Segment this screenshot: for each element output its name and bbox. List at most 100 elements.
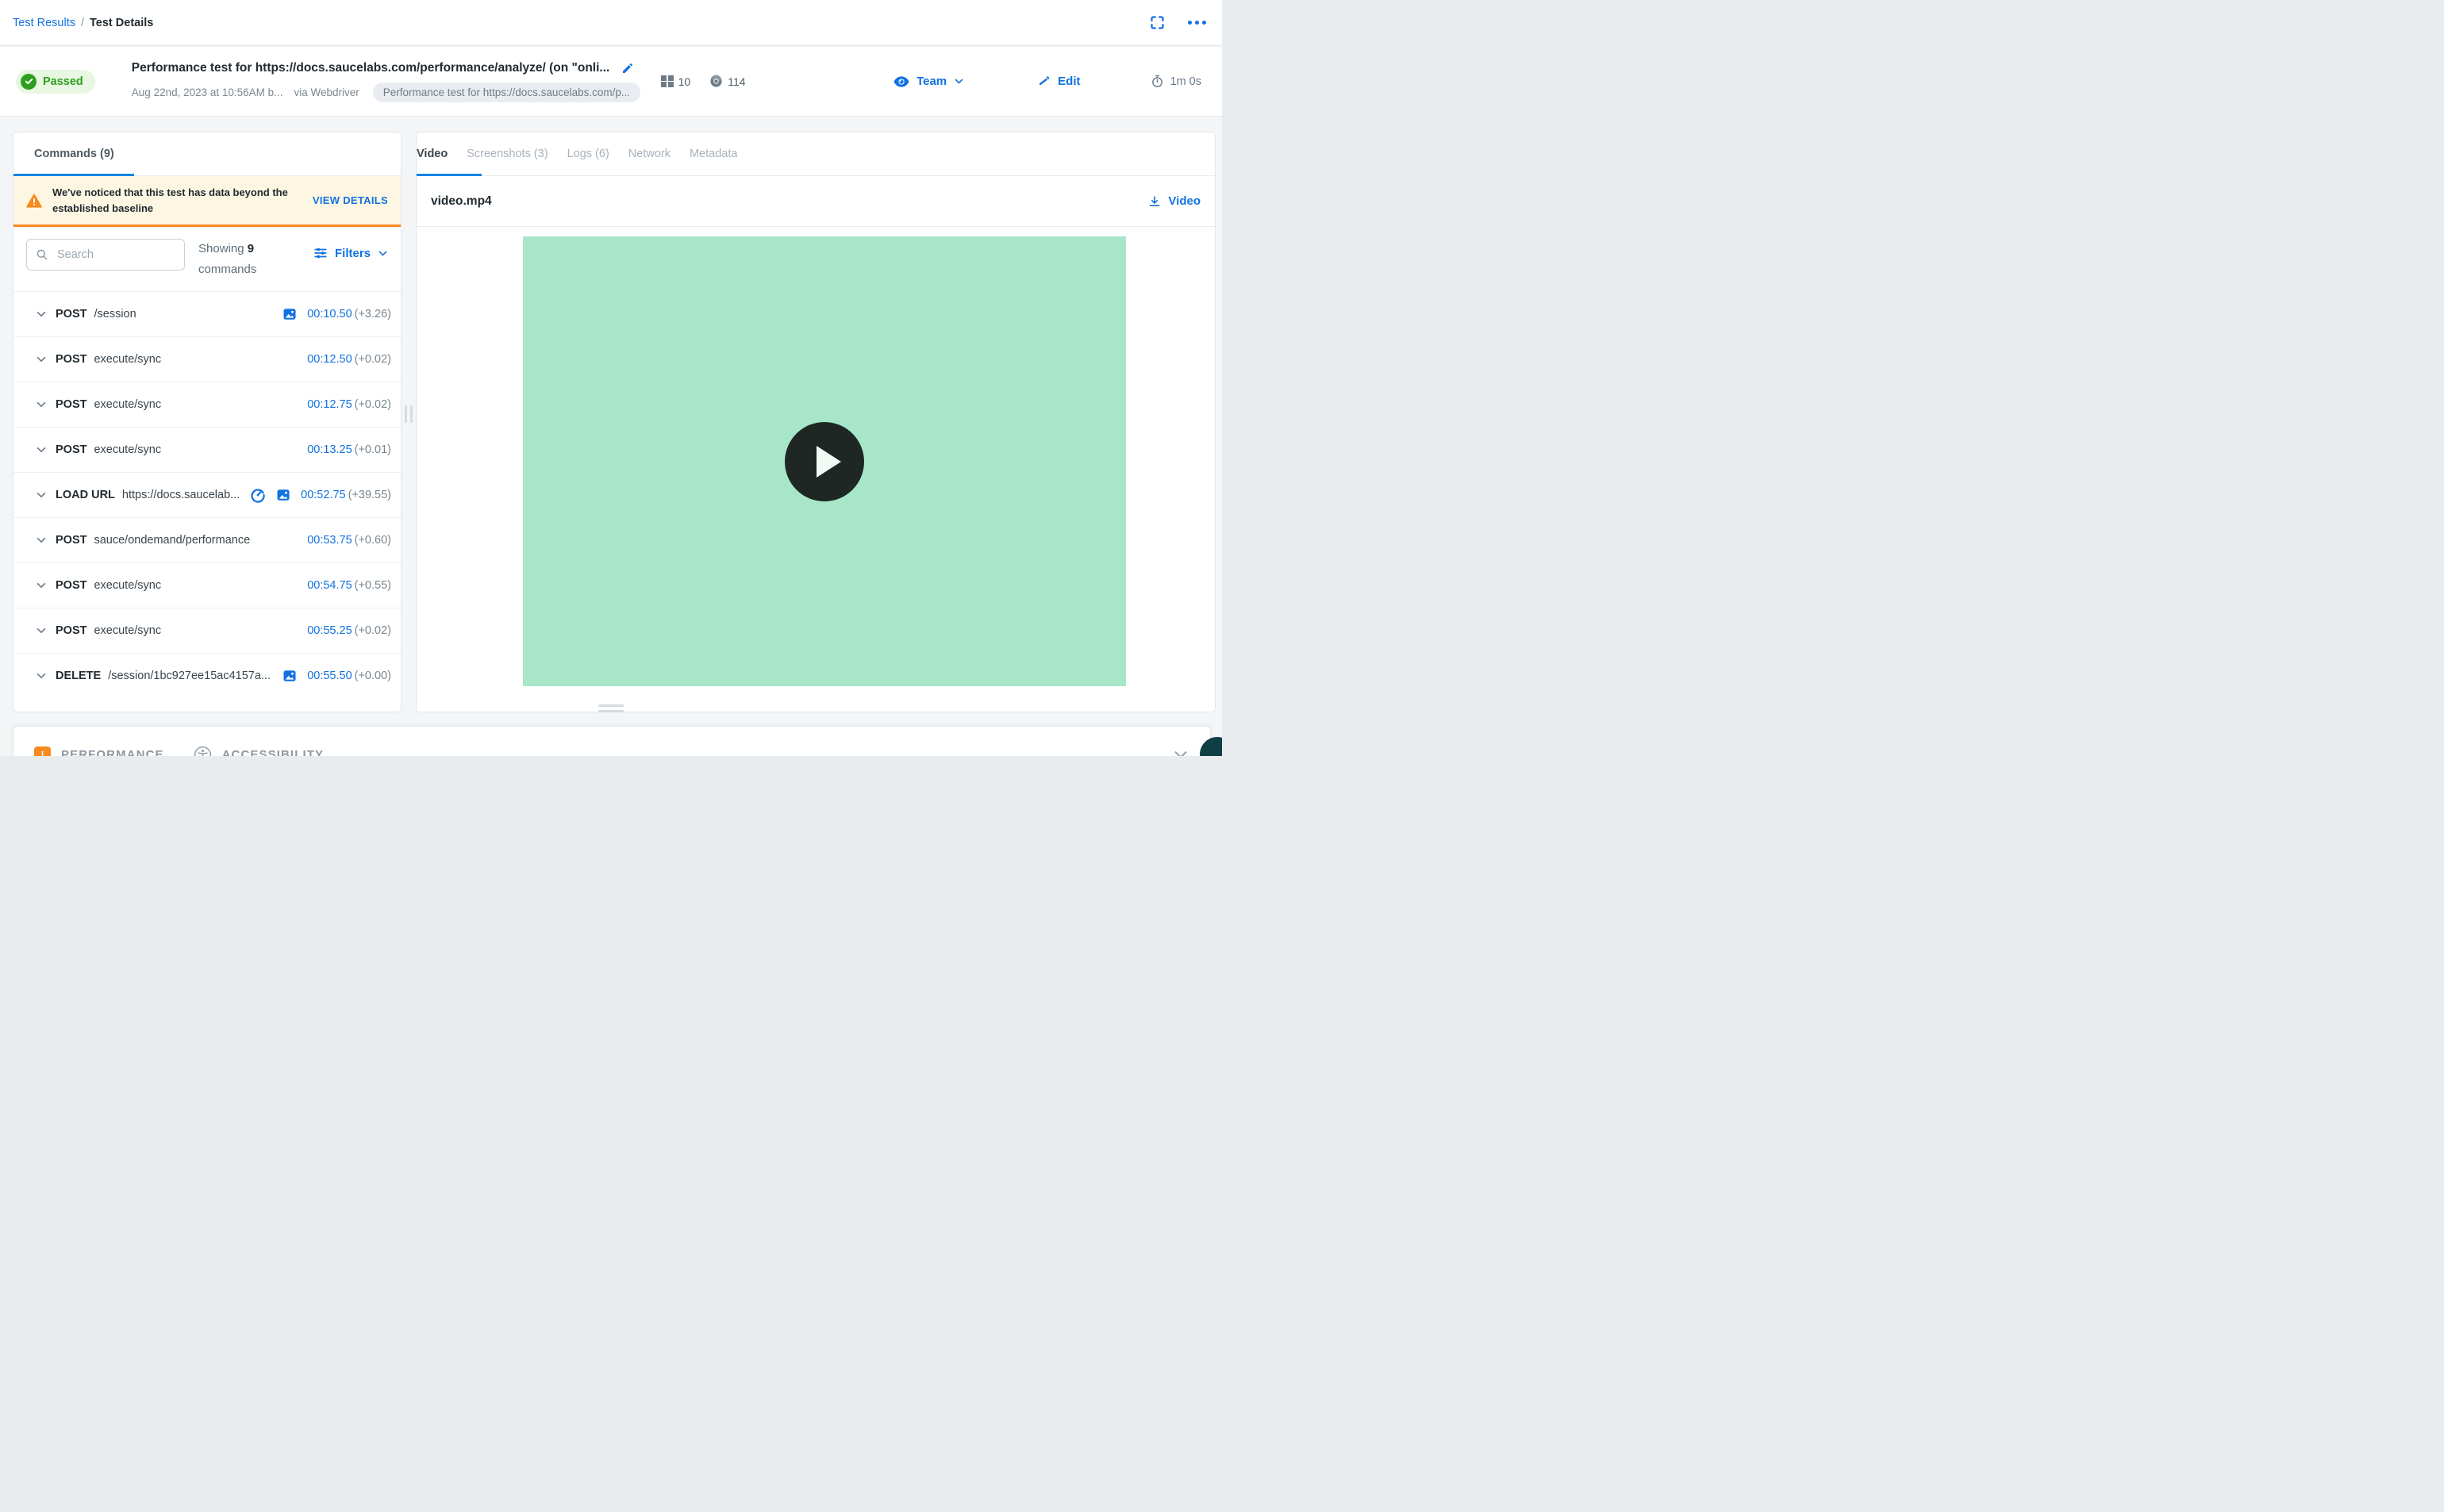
accessibility-label: ACCESSIBILITY: [221, 747, 325, 757]
duration-value: 1m 0s: [1170, 75, 1202, 88]
command-path: execute/sync: [94, 578, 162, 592]
fullscreen-icon[interactable]: [1149, 14, 1166, 31]
accessibility-icon: [194, 746, 212, 756]
tab-commands[interactable]: Commands (9): [13, 148, 114, 175]
os-version: 10: [678, 75, 691, 88]
filters-sliders-icon: [313, 246, 328, 260]
video-file-name: video.mp4: [431, 194, 492, 208]
team-dropdown[interactable]: Team: [893, 75, 964, 88]
expand-chevron-icon[interactable]: [36, 580, 47, 591]
play-button[interactable]: [785, 421, 864, 501]
breadcrumb-test-results-link[interactable]: Test Results: [13, 17, 75, 29]
team-label: Team: [916, 75, 947, 88]
browser-version: 114: [728, 75, 746, 88]
command-timestamp: 00:13.25 (+0.01): [307, 443, 391, 456]
tab-network[interactable]: Network: [628, 148, 690, 175]
expand-chevron-icon[interactable]: [36, 444, 47, 455]
test-title: Performance test for https://docs.saucel…: [131, 60, 610, 75]
status-badge: Passed: [16, 69, 95, 94]
command-path: execute/sync: [94, 624, 162, 637]
filters-button[interactable]: Filters: [313, 246, 388, 260]
command-row[interactable]: POST/session 00:10.50 (+3.26): [13, 292, 401, 337]
expand-chevron-icon[interactable]: [36, 670, 47, 681]
command-row[interactable]: POST sauce/ondemand/performance 00:53.75 (+…: [13, 518, 401, 563]
bottom-panels-bar: ! PERFORMANCE ACCESSIBILITY: [13, 726, 1211, 756]
performance-alert-icon: !: [34, 746, 51, 756]
expand-chevron-icon[interactable]: [36, 309, 47, 320]
more-options-icon[interactable]: [1188, 21, 1206, 25]
pencil-icon: [1037, 75, 1051, 88]
expand-chevron-icon[interactable]: [36, 535, 47, 546]
command-method: POST: [56, 307, 87, 320]
baseline-warning-banner: We've noticed that this test has data be…: [13, 176, 401, 227]
command-timestamp: 00:54.75 (+0.55): [307, 578, 391, 592]
collapse-panel-chevron-icon[interactable]: [1172, 746, 1189, 756]
command-timestamp: 00:52.75 (+39.55): [301, 488, 391, 501]
filters-chevron-down-icon: [378, 248, 388, 259]
command-method: POST: [56, 443, 87, 456]
view-details-link[interactable]: VIEW DETAILS: [313, 194, 388, 206]
command-path: execute/sync: [94, 352, 162, 366]
tab-metadata[interactable]: Metadata: [690, 148, 756, 175]
check-circle-icon: [21, 73, 37, 90]
stopwatch-icon: [1151, 75, 1164, 88]
test-date: Aug 22nd, 2023 at 10:56AM b...: [131, 86, 283, 98]
test-via: via Webdriver: [294, 86, 359, 98]
command-method: LOAD URL: [56, 488, 115, 501]
command-timestamp: 00:53.75 (+0.60): [307, 533, 391, 547]
download-video-label: Video: [1168, 194, 1201, 208]
command-timestamp: 00:55.25 (+0.02): [307, 624, 391, 637]
command-row[interactable]: DELETE/session/1bc927ee15ac4157a... 00:55…: [13, 654, 401, 699]
download-icon: [1148, 195, 1161, 208]
warning-triangle-icon: [26, 193, 42, 208]
command-search[interactable]: [26, 239, 185, 271]
tab-video[interactable]: Video: [417, 148, 467, 175]
command-timestamp: 00:12.75 (+0.02): [307, 397, 391, 411]
expand-chevron-icon[interactable]: [36, 625, 47, 636]
test-details-page: Test Results / Test Details Passed Perfo…: [0, 0, 1222, 756]
active-tab-underline: [13, 174, 134, 176]
commands-panel: Commands (9) We've noticed that this tes…: [13, 132, 402, 712]
screenshot-icon[interactable]: [276, 488, 290, 502]
breadcrumb: Test Results / Test Details: [13, 17, 153, 29]
warning-text: We've noticed that this test has data be…: [52, 186, 288, 214]
showing-count-text: Showing 9 commands: [198, 242, 257, 277]
command-method: DELETE: [56, 670, 102, 682]
command-method: POST: [56, 624, 87, 637]
command-row[interactable]: POST execute/sync 00:13.25 (+0.01): [13, 428, 401, 473]
screenshot-icon[interactable]: [282, 307, 297, 321]
edit-title-pencil-icon[interactable]: [621, 62, 634, 75]
performance-gauge-icon[interactable]: [250, 487, 266, 503]
expand-chevron-icon[interactable]: [36, 489, 47, 501]
expand-chevron-icon[interactable]: [36, 399, 47, 410]
command-method: POST: [56, 352, 87, 366]
tab-logs-6[interactable]: Logs (6): [567, 148, 628, 175]
expand-chevron-icon[interactable]: [36, 354, 47, 365]
command-timestamp: 00:10.50 (+3.26): [307, 307, 391, 320]
chrome-browser-icon: [709, 75, 723, 88]
performance-panel-toggle[interactable]: ! PERFORMANCE: [34, 746, 164, 756]
tab-screenshots-3[interactable]: Screenshots (3): [467, 148, 567, 175]
command-path: execute/sync: [94, 443, 162, 456]
top-bar: Test Results / Test Details: [0, 0, 1222, 46]
command-row[interactable]: POST execute/sync 00:12.75 (+0.02): [13, 382, 401, 428]
test-tag: Performance test for https://docs.saucel…: [372, 82, 641, 102]
search-input[interactable]: [56, 248, 175, 262]
command-path: /session/1bc927ee15ac4157a...: [108, 670, 271, 682]
chevron-down-icon: [954, 76, 964, 86]
command-row[interactable]: POST execute/sync 00:12.50 (+0.02): [13, 337, 401, 382]
command-row[interactable]: POST execute/sync 00:55.25 (+0.02): [13, 608, 401, 654]
panel-resize-handle-horizontal[interactable]: [598, 704, 624, 712]
command-method: POST: [56, 533, 87, 547]
play-icon: [816, 445, 841, 478]
panel-resize-handle-vertical[interactable]: [405, 405, 413, 423]
command-path: https://docs.saucelab...: [121, 488, 240, 501]
download-video-button[interactable]: Video: [1148, 194, 1201, 208]
edit-button[interactable]: Edit: [1037, 75, 1081, 88]
accessibility-panel-toggle[interactable]: ACCESSIBILITY: [194, 746, 325, 757]
test-header: Passed Performance test for https://docs…: [0, 47, 1222, 117]
command-row[interactable]: LOAD URL https://docs.saucelab... 00:52.75…: [13, 473, 401, 518]
screenshot-icon[interactable]: [282, 669, 297, 683]
video-frame[interactable]: [523, 236, 1126, 686]
command-row[interactable]: POST execute/sync 00:54.75 (+0.55): [13, 563, 401, 608]
